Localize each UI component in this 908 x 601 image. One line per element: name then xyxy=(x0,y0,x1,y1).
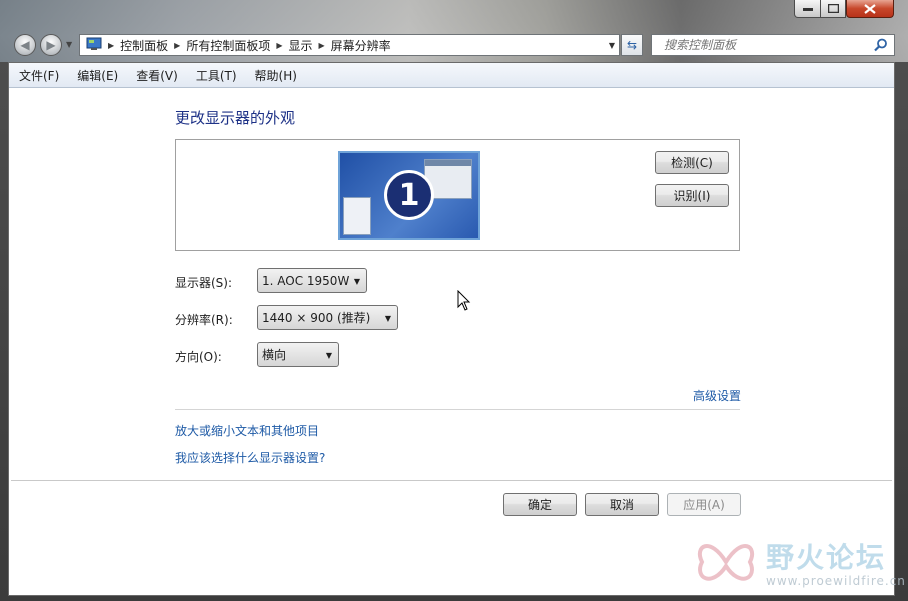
minimize-icon xyxy=(802,7,813,11)
apply-button[interactable]: 应用(A) xyxy=(667,493,741,516)
watermark-logo: 野火论坛 www.proewildfire.cn xyxy=(690,530,905,600)
mouse-cursor-icon xyxy=(457,290,471,311)
breadcrumb-all-items[interactable]: 所有控制面板项 xyxy=(182,37,274,54)
monitor-number-badge: 1 xyxy=(384,170,434,220)
chevron-down-icon: ▼ xyxy=(353,277,360,286)
back-button[interactable]: ◀ xyxy=(14,34,36,56)
page-title: 更改显示器的外观 xyxy=(175,109,296,127)
resolution-select[interactable]: 1440 × 900 (推荐) ▼ xyxy=(257,305,398,330)
content-area: 更改显示器的外观 1 检测(C) 识别(I) 显示器(S): 1. AOC 19… xyxy=(9,87,894,595)
menu-help[interactable]: 帮助(H) xyxy=(245,67,305,84)
search-input[interactable] xyxy=(662,37,866,53)
identify-button[interactable]: 识别(I) xyxy=(655,184,729,207)
display-select-value: 1. AOC 1950W xyxy=(262,273,350,288)
orientation-select[interactable]: 横向 ▼ xyxy=(257,342,339,367)
footer-divider xyxy=(11,480,892,481)
close-icon xyxy=(864,3,876,14)
divider xyxy=(175,409,740,410)
search-icon[interactable] xyxy=(874,38,888,55)
control-panel-icon xyxy=(80,37,106,54)
chevron-down-icon: ▼ xyxy=(384,314,391,323)
orientation-select-value: 横向 xyxy=(262,348,287,362)
watermark-title: 野火论坛 xyxy=(766,541,887,574)
monitor-preview-panel: 1 检测(C) 识别(I) xyxy=(175,139,740,251)
close-button[interactable] xyxy=(846,0,894,18)
breadcrumb-separator-icon[interactable]: ▶ xyxy=(274,41,284,50)
breadcrumb-screen-resolution[interactable]: 屏幕分辨率 xyxy=(327,37,395,54)
resolution-label: 分辨率(R): xyxy=(175,313,233,327)
which-settings-link[interactable]: 我应该选择什么显示器设置? xyxy=(175,449,325,466)
menu-view[interactable]: 查看(V) xyxy=(126,67,186,84)
cancel-button[interactable]: 取消 xyxy=(585,493,659,516)
refresh-icon: ⇆ xyxy=(626,38,638,52)
menu-file[interactable]: 文件(F) xyxy=(9,67,67,84)
start-menu-thumbnail-icon xyxy=(343,197,371,235)
menu-bar: 文件(F) 编辑(E) 查看(V) 工具(T) 帮助(H) xyxy=(9,63,894,88)
refresh-button[interactable]: ⇆ xyxy=(621,34,643,56)
address-bar[interactable]: ▶ 控制面板 ▶ 所有控制面板项 ▶ 显示 ▶ 屏幕分辨率 ▼ xyxy=(79,34,620,56)
orientation-label: 方向(O): xyxy=(175,350,222,364)
display-select[interactable]: 1. AOC 1950W ▼ xyxy=(257,268,367,293)
breadcrumb-display[interactable]: 显示 xyxy=(285,37,317,54)
explorer-window: 文件(F) 编辑(E) 查看(V) 工具(T) 帮助(H) 更改显示器的外观 1… xyxy=(8,62,895,596)
breadcrumb-separator-icon[interactable]: ▶ xyxy=(317,41,327,50)
resolution-select-value: 1440 × 900 (推荐) xyxy=(262,311,371,325)
maximize-button[interactable] xyxy=(820,0,846,18)
maximize-icon xyxy=(827,4,839,13)
menu-tools[interactable]: 工具(T) xyxy=(186,67,245,84)
chevron-down-icon: ▼ xyxy=(325,351,332,360)
breadcrumb-separator-icon[interactable]: ▶ xyxy=(106,41,116,50)
butterfly-logo-icon xyxy=(697,544,755,581)
forward-arrow-icon: ▶ xyxy=(46,38,56,52)
text-size-link[interactable]: 放大或缩小文本和其他项目 xyxy=(175,422,319,439)
search-box[interactable] xyxy=(651,34,895,56)
detect-button[interactable]: 检测(C) xyxy=(655,151,729,174)
breadcrumb-control-panel[interactable]: 控制面板 xyxy=(116,37,172,54)
minimize-button[interactable] xyxy=(794,0,821,18)
history-dropdown-icon[interactable]: ▼ xyxy=(66,40,72,49)
menu-edit[interactable]: 编辑(E) xyxy=(67,67,126,84)
address-dropdown-icon[interactable]: ▼ xyxy=(609,41,615,50)
watermark-url: www.proewildfire.cn xyxy=(766,574,906,588)
forward-button[interactable]: ▶ xyxy=(40,34,62,56)
advanced-settings-link[interactable]: 高级设置 xyxy=(693,387,741,404)
display-label: 显示器(S): xyxy=(175,276,233,290)
ok-button[interactable]: 确定 xyxy=(503,493,577,516)
navigation-bar: ◀ ▶ ▼ ▶ 控制面板 ▶ 所有控制面板项 ▶ 显示 ▶ 屏幕分辨率 ▼ ⇆ xyxy=(0,32,908,58)
breadcrumb-separator-icon[interactable]: ▶ xyxy=(172,41,182,50)
back-arrow-icon: ◀ xyxy=(20,38,30,52)
monitor-1-thumbnail[interactable]: 1 xyxy=(338,151,480,240)
